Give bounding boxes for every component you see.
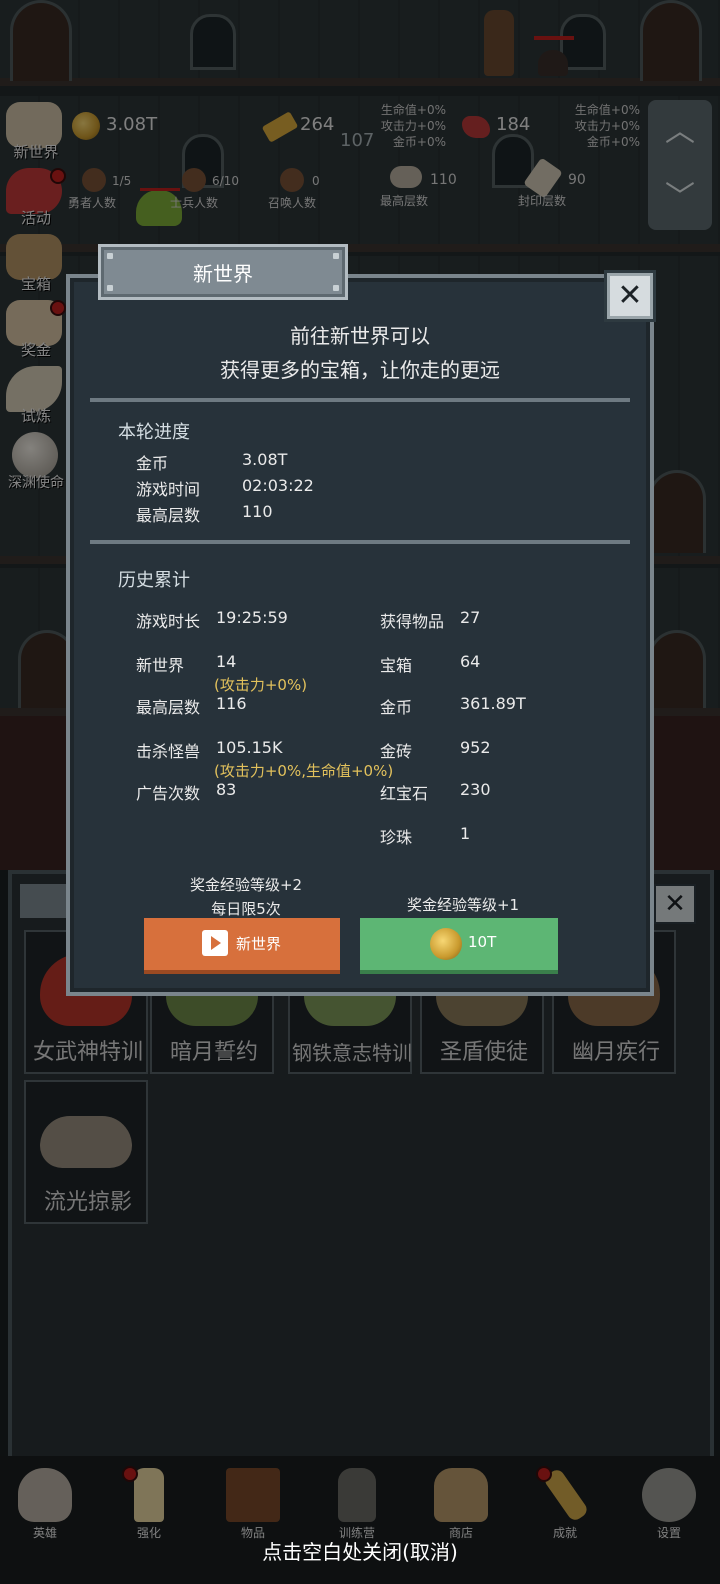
intro-line-1: 前往新世界可以 — [290, 324, 430, 348]
round-value: 110 — [242, 502, 273, 521]
history-value: 1 — [460, 824, 471, 843]
round-label: 游戏时间 — [136, 480, 201, 499]
history-label: 广告次数 — [136, 784, 201, 803]
history-label: 获得物品 — [380, 612, 445, 631]
history-value: 230 — [460, 780, 491, 799]
history-value: 83 — [216, 780, 237, 799]
history-value: 952 — [460, 738, 491, 757]
history-value: 27 — [460, 608, 481, 627]
ad-button-label: 新世界 — [236, 935, 282, 953]
history-value: 14 — [216, 652, 237, 671]
history-value: 116 — [216, 694, 247, 713]
gold-caption: 奖金经验等级+1 — [406, 896, 520, 914]
history-heading: 历史累计 — [118, 570, 190, 591]
dialog-close-button[interactable]: ✕ — [604, 270, 656, 322]
history-label: 击杀怪兽 — [136, 742, 201, 761]
history-label: 珍珠 — [380, 828, 413, 847]
gold-new-world-button[interactable]: 10T — [360, 918, 558, 974]
history-bonus-note: (攻击力+0%,生命值+0%) — [214, 762, 394, 780]
history-label: 游戏时长 — [136, 612, 201, 631]
close-icon: ✕ — [617, 278, 643, 313]
round-value: 3.08T — [242, 450, 288, 469]
gold-button-label: 10T — [468, 933, 497, 951]
round-value: 02:03:22 — [242, 476, 314, 495]
round-label: 最高层数 — [136, 506, 201, 525]
video-play-icon — [202, 930, 228, 956]
round-heading: 本轮进度 — [118, 422, 190, 443]
intro-line-2: 获得更多的宝箱，让你走的更远 — [220, 358, 500, 382]
play-triangle — [211, 936, 221, 950]
divider — [90, 398, 630, 402]
watch-ad-new-world-button[interactable]: 新世界 — [144, 918, 340, 974]
history-value: 19:25:59 — [216, 608, 288, 627]
history-value: 105.15K — [216, 738, 283, 757]
close-hint[interactable]: 点击空白处关闭(取消) — [0, 1536, 720, 1565]
history-label: 金砖 — [380, 742, 413, 761]
divider — [90, 540, 630, 544]
history-label: 最高层数 — [136, 698, 201, 717]
history-label: 宝箱 — [380, 656, 413, 675]
history-bonus-note: (攻击力+0%) — [214, 676, 308, 694]
ad-caption-line-2: 每日限5次 — [211, 900, 281, 918]
dialog-title: 新世界 — [193, 262, 253, 286]
gold-coin-icon — [430, 928, 462, 960]
ad-caption-line-1: 奖金经验等级+2 — [189, 876, 303, 894]
new-world-dialog: 前往新世界可以 获得更多的宝箱，让你走的更远 本轮进度 金币 3.08T 游戏时… — [66, 274, 654, 996]
history-value: 361.89T — [460, 694, 526, 713]
round-label: 金币 — [136, 454, 169, 473]
history-label: 红宝石 — [380, 784, 429, 803]
history-label: 新世界 — [136, 656, 185, 675]
history-value: 64 — [460, 652, 481, 671]
history-label: 金币 — [380, 698, 413, 717]
dialog-title-plate: 新世界 — [98, 244, 348, 300]
